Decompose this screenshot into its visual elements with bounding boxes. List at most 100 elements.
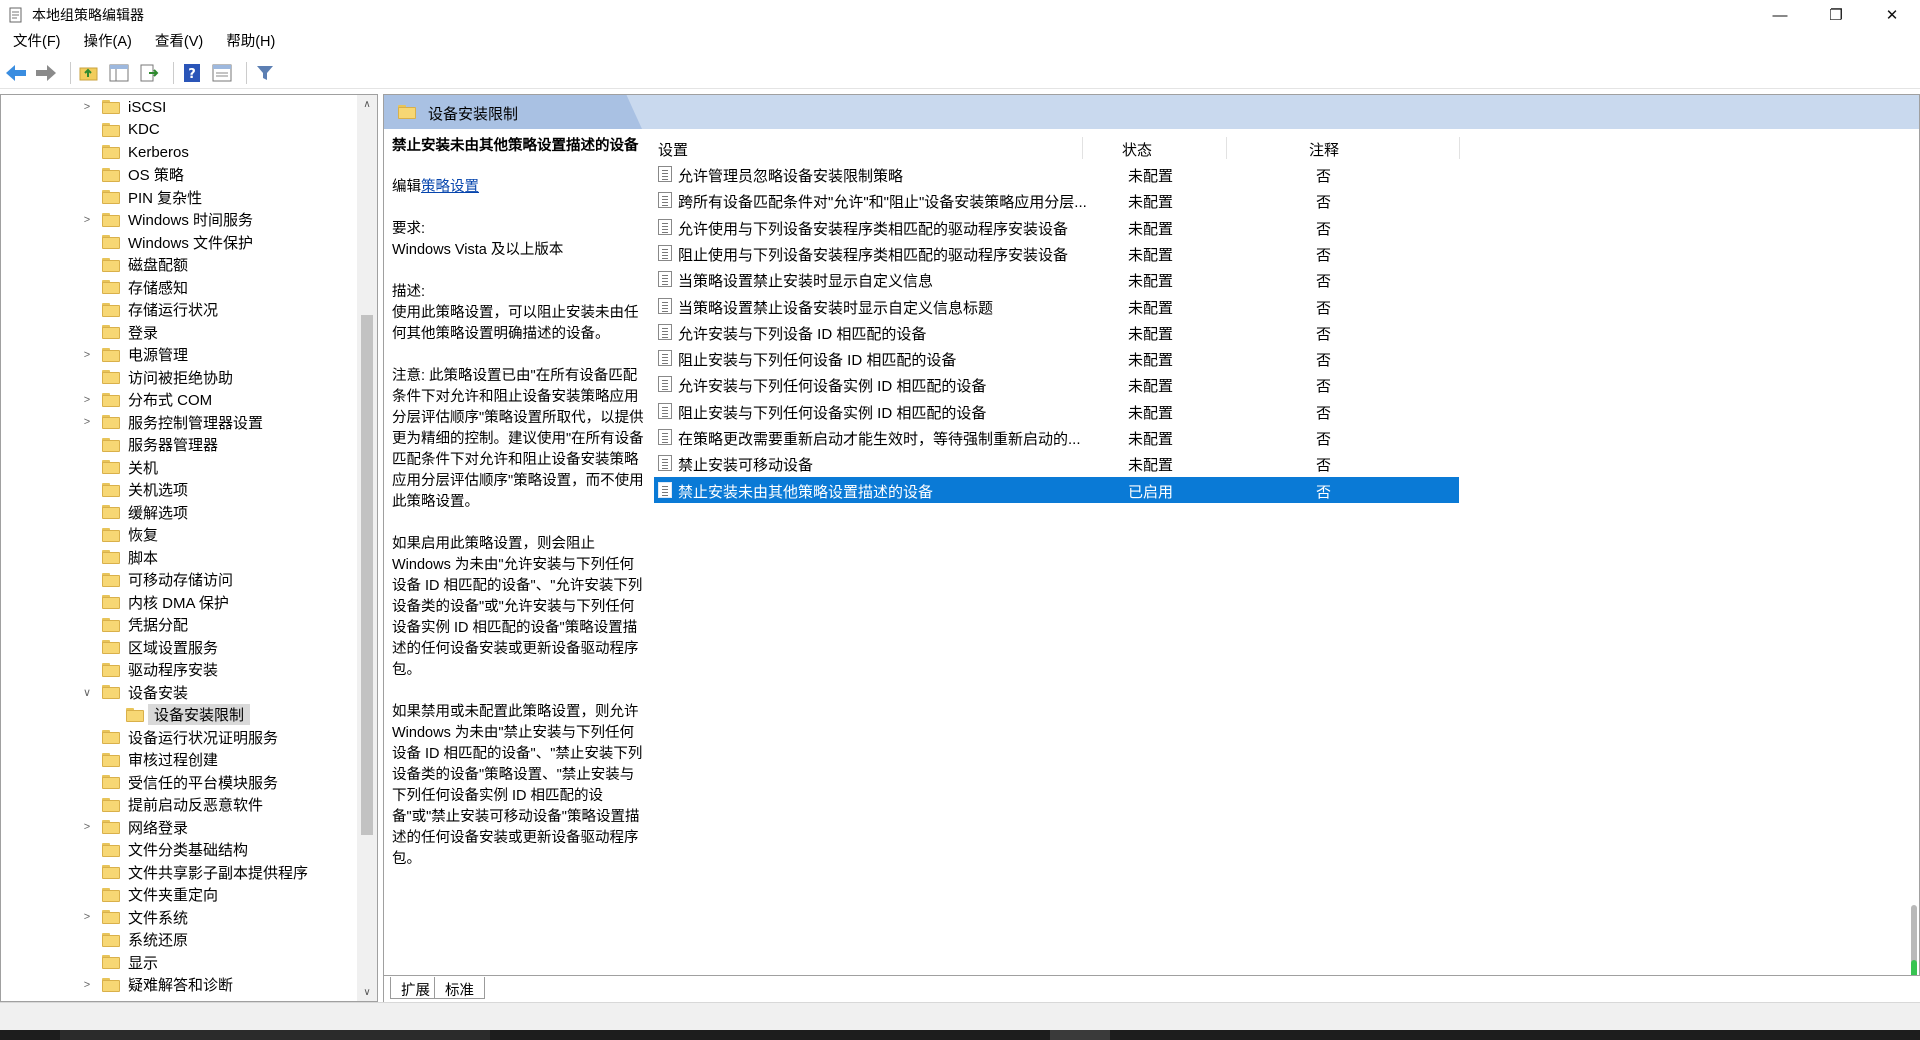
tree-item[interactable]: > 电源管理 <box>1 344 356 366</box>
forward-arrow-icon[interactable] <box>34 61 58 85</box>
expand-chevron-icon[interactable]: > <box>81 96 93 118</box>
table-row[interactable]: 允许管理员忽略设备安装限制策略 未配置 否 <box>654 161 1459 187</box>
table-row[interactable]: 允许安装与下列设备 ID 相匹配的设备 未配置 否 <box>654 319 1459 345</box>
table-row[interactable]: 在策略更改需要重新启动才能生效时，等待强制重新启动的... 未配置 否 <box>654 424 1459 450</box>
tree-item[interactable]: 磁盘配额 <box>1 254 356 276</box>
menu-file[interactable]: 文件(F) <box>0 30 71 55</box>
tree-item[interactable]: 服务器管理器 <box>1 434 356 456</box>
tree-item[interactable]: 存储感知 <box>1 276 356 298</box>
tree-item[interactable]: 脚本 <box>1 546 356 568</box>
table-row[interactable]: 阻止安装与下列任何设备 ID 相匹配的设备 未配置 否 <box>654 345 1459 371</box>
properties-icon[interactable] <box>210 61 234 85</box>
tree-item[interactable]: 区域设置服务 <box>1 636 356 658</box>
table-row[interactable]: 阻止使用与下列设备安装程序类相匹配的驱动程序安装设备 未配置 否 <box>654 240 1459 266</box>
expand-chevron-icon[interactable]: > <box>81 974 93 996</box>
tree-item[interactable]: 访问被拒绝协助 <box>1 366 356 388</box>
tree-item[interactable]: > iSCSI <box>1 96 356 118</box>
column-divider[interactable] <box>1082 137 1083 159</box>
minimize-button[interactable]: — <box>1752 0 1808 30</box>
column-header-setting[interactable]: 设置 <box>658 139 688 160</box>
table-row[interactable]: 禁止安装可移动设备 未配置 否 <box>654 450 1459 476</box>
tree-item[interactable]: 恢复 <box>1 524 356 546</box>
expand-chevron-icon[interactable]: > <box>81 816 93 838</box>
tree-item[interactable]: 系统还原 <box>1 929 356 951</box>
column-divider[interactable] <box>1226 137 1227 159</box>
tree-item[interactable]: 存储运行状况 <box>1 299 356 321</box>
navigation-tree[interactable]: > iSCSI KDC Kerberos OS 策略 PIN 复杂性 > Windows 时间… <box>0 94 378 1002</box>
tree-scroll-up-button[interactable]: ∧ <box>357 95 377 113</box>
policy-setting-icon <box>658 455 672 472</box>
tree-scroll-down-button[interactable]: ∨ <box>357 983 377 1001</box>
column-divider[interactable] <box>1459 137 1460 159</box>
tree-item[interactable]: 内核 DMA 保护 <box>1 591 356 613</box>
filter-icon[interactable] <box>253 61 277 85</box>
expand-chevron-icon[interactable]: > <box>81 411 93 433</box>
back-arrow-icon[interactable] <box>4 61 28 85</box>
table-row[interactable]: 阻止安装与下列任何设备实例 ID 相匹配的设备 未配置 否 <box>654 398 1459 424</box>
close-button[interactable]: ✕ <box>1864 0 1920 30</box>
tree-item[interactable]: 设备运行状况证明服务 <box>1 726 356 748</box>
folder-icon <box>102 842 120 857</box>
column-header-state[interactable]: 状态 <box>1122 139 1152 160</box>
help-icon[interactable]: ? <box>180 61 204 85</box>
tree-scrollbar[interactable]: ∧ ∨ <box>357 95 377 1001</box>
scroll-indicator-thumb[interactable] <box>1911 905 1917 965</box>
taskbar-segment[interactable] <box>60 1030 490 1040</box>
tree-item[interactable]: 关机选项 <box>1 479 356 501</box>
tree-item[interactable]: > 分布式 COM <box>1 389 356 411</box>
maximize-button[interactable]: ❐ <box>1808 0 1864 30</box>
menu-help[interactable]: 帮助(H) <box>213 30 285 55</box>
tree-item[interactable]: 驱动程序安装 <box>1 659 356 681</box>
show-hide-tree-icon[interactable] <box>107 61 131 85</box>
tree-item[interactable]: 设备安装限制 <box>1 704 356 726</box>
tree-item[interactable]: > 疑难解答和诊断 <box>1 974 356 996</box>
tree-item[interactable]: KDC <box>1 119 356 141</box>
collapse-chevron-icon[interactable]: ∨ <box>81 681 93 703</box>
tree-item[interactable]: 受信任的平台模块服务 <box>1 771 356 793</box>
policy-setting-icon <box>658 429 672 445</box>
overview-scroll-indicator[interactable] <box>1907 785 1919 975</box>
table-row[interactable]: 当策略设置禁止安装时显示自定义信息 未配置 否 <box>654 266 1459 292</box>
tree-item[interactable]: 显示 <box>1 951 356 973</box>
tree-item[interactable]: 缓解选项 <box>1 501 356 523</box>
menu-action[interactable]: 操作(A) <box>71 30 142 55</box>
tree-item[interactable]: Kerberos <box>1 141 356 163</box>
tree-item[interactable]: > 文件系统 <box>1 906 356 928</box>
tree-item[interactable]: PIN 复杂性 <box>1 186 356 208</box>
column-header-comment[interactable]: 注释 <box>1309 139 1339 160</box>
setting-name: 禁止安装未由其他策略设置描述的设备 <box>678 483 934 501</box>
menu-view[interactable]: 查看(V) <box>142 30 213 55</box>
tree-item[interactable]: > 服务控制管理器设置 <box>1 411 356 433</box>
tab-standard[interactable]: 标准 <box>434 977 485 999</box>
table-row[interactable]: 禁止安装未由其他策略设置描述的设备 已启用 否 <box>654 476 1459 503</box>
expand-chevron-icon[interactable]: > <box>81 209 93 231</box>
tree-item[interactable]: > 网络登录 <box>1 816 356 838</box>
table-row[interactable]: 允许使用与下列设备安装程序类相匹配的驱动程序安装设备 未配置 否 <box>654 214 1459 240</box>
tree-item[interactable]: OS 策略 <box>1 164 356 186</box>
taskbar-segment[interactable] <box>1050 1030 1110 1040</box>
tree-item[interactable]: > Windows 时间服务 <box>1 209 356 231</box>
tree-item[interactable]: 审核过程创建 <box>1 749 356 771</box>
tree-item[interactable]: 凭据分配 <box>1 614 356 636</box>
tree-item[interactable]: 文件共享影子副本提供程序 <box>1 861 356 883</box>
table-row[interactable]: 允许安装与下列任何设备实例 ID 相匹配的设备 未配置 否 <box>654 371 1459 397</box>
table-row[interactable]: 当策略设置禁止设备安装时显示自定义信息标题 未配置 否 <box>654 293 1459 319</box>
tree-scroll-thumb[interactable] <box>361 315 373 835</box>
tree-item[interactable]: 可移动存储访问 <box>1 569 356 591</box>
expand-chevron-icon[interactable]: > <box>81 344 93 366</box>
tree-item[interactable]: ∨ 设备安装 <box>1 681 356 703</box>
tree-item[interactable]: 登录 <box>1 321 356 343</box>
tree-item[interactable]: 文件分类基础结构 <box>1 839 356 861</box>
tree-item[interactable]: 文件夹重定向 <box>1 884 356 906</box>
expand-chevron-icon[interactable]: > <box>81 906 93 928</box>
table-row[interactable]: 跨所有设备匹配条件对"允许"和"阻止"设备安装策略应用分层... 未配置 否 <box>654 187 1459 213</box>
tree-item[interactable]: 关机 <box>1 456 356 478</box>
up-folder-icon[interactable] <box>77 61 101 85</box>
expand-chevron-icon[interactable]: > <box>81 389 93 411</box>
edit-policy-link[interactable]: 策略设置 <box>421 179 479 195</box>
tree-item[interactable]: Windows 文件保护 <box>1 231 356 253</box>
tree-item-label: 缓解选项 <box>128 504 189 522</box>
export-list-icon[interactable] <box>137 61 161 85</box>
tree-item[interactable]: 提前启动反恶意软件 <box>1 794 356 816</box>
